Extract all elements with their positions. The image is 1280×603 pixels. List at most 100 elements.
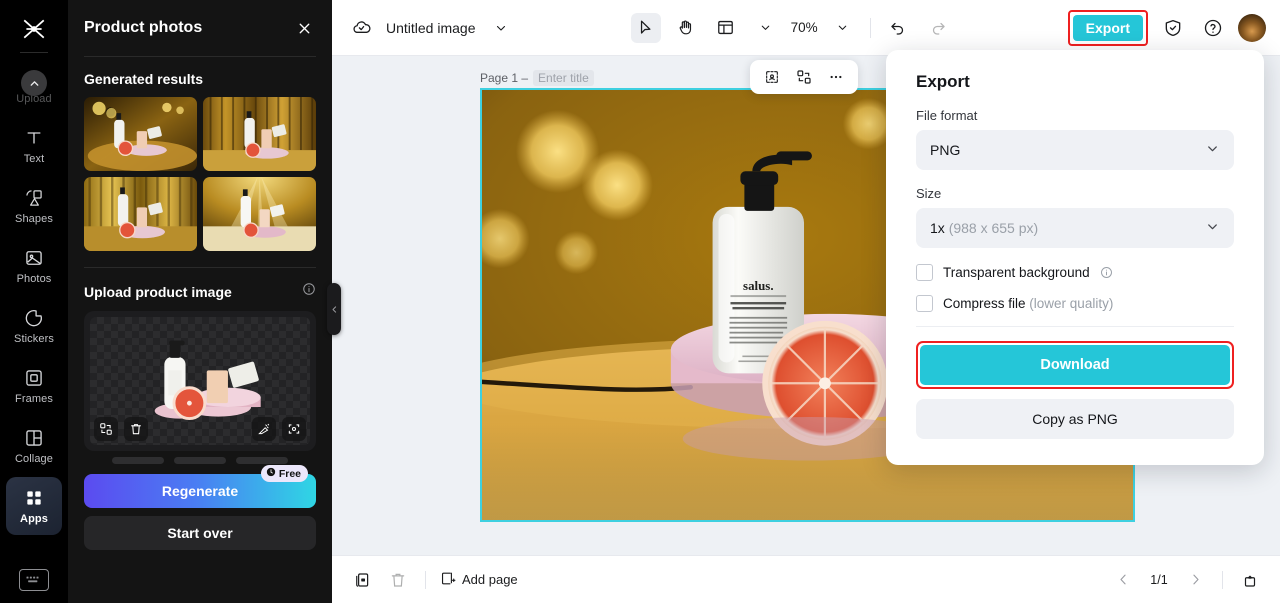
crop-expand-icon[interactable] [282,417,306,441]
canvas-float-toolbar [750,60,858,94]
export-button[interactable]: Export [1072,14,1143,41]
layout-caret-icon[interactable] [751,13,781,43]
panel-section-divider [84,267,316,268]
chip-stub[interactable] [174,457,226,464]
left-icon-rail: Upload Text Shapes Photos Stickers Frame… [0,0,68,603]
next-page-button[interactable] [1181,566,1209,594]
delete-page-icon [384,566,412,594]
stickers-icon [23,307,45,329]
add-page-button[interactable]: Add page [439,570,518,590]
chip-stub[interactable] [112,457,164,464]
page-grid-icon[interactable] [1236,566,1264,594]
sidebar-item-label: Stickers [14,333,54,345]
replace-image-icon[interactable] [94,417,118,441]
size-value: 1x [930,220,945,236]
delete-image-icon[interactable] [124,417,148,441]
upload-dropzone[interactable] [84,311,316,451]
sidebar-item-stickers[interactable]: Stickers [6,297,62,355]
panel-collapse-handle[interactable] [327,283,341,335]
page-indicator: 1/1 [1150,572,1168,587]
panel-header: Product photos [68,0,332,56]
keyboard-shortcuts-button[interactable] [19,569,49,591]
generated-result-thumbnail[interactable] [203,177,316,251]
cloud-saved-icon[interactable] [346,13,376,43]
page-label-text: Page 1 – [480,71,529,85]
copy-as-png-button[interactable]: Copy as PNG [916,399,1234,439]
compress-file-label: Compress file (lower quality) [943,296,1113,311]
svg-text:salus.: salus. [743,279,774,293]
zoom-caret-icon[interactable] [828,13,858,43]
shield-check-icon[interactable] [1158,13,1188,43]
remove-background-icon[interactable] [791,64,817,90]
generated-result-thumbnail[interactable] [84,177,197,251]
bottom-toolbar: Add page 1/1 [332,555,1280,603]
select-tool[interactable] [630,12,661,43]
sidebar-item-shapes[interactable]: Shapes [6,177,62,235]
more-options-icon[interactable] [823,64,849,90]
sidebar-item-text[interactable]: Text [6,117,62,175]
clock-icon [266,467,276,480]
scroll-up-chevron-icon[interactable] [21,70,47,96]
sidebar-item-label: Photos [16,273,52,285]
panel-title: Product photos [84,19,203,36]
sidebar-item-apps[interactable]: Apps [6,477,62,535]
text-icon [23,127,45,149]
transparent-background-row[interactable]: Transparent background [916,264,1234,281]
sidebar-item-photos[interactable]: Photos [6,237,62,295]
enter-title-input[interactable]: Enter title [533,70,594,86]
uploaded-product-image [90,317,310,445]
close-icon[interactable] [292,16,316,40]
generated-result-thumbnail[interactable] [203,97,316,171]
top-toolbar: Untitled image 70% Export [332,0,1280,56]
photos-icon [23,247,45,269]
rail-divider [20,52,48,53]
free-badge: Free [260,465,308,482]
start-over-button[interactable]: Start over [84,516,316,550]
app-root: Upload Text Shapes Photos Stickers Frame… [0,0,1280,603]
capcut-logo-icon[interactable] [17,14,51,44]
keyboard-shortcuts-icon [19,569,49,591]
edit-magic-icon[interactable] [252,417,276,441]
prev-page-button[interactable] [1109,566,1137,594]
export-button-highlight: Export [1067,9,1148,46]
size-select[interactable]: 1x (988 x 655 px) [916,208,1234,248]
layout-tool[interactable] [711,13,741,43]
download-button[interactable]: Download [920,345,1230,385]
page-label: Page 1 – Enter title [480,70,594,86]
generated-results-title: Generated results [84,71,204,87]
generated-result-thumbnail[interactable] [84,97,197,171]
zoom-level-value[interactable]: 70% [791,20,818,35]
style-chip-stubs [84,457,316,464]
duplicate-page-icon[interactable] [348,566,376,594]
free-badge-label: Free [278,467,301,480]
sidebar-item-frames[interactable]: Frames [6,357,62,415]
upload-section-header: Upload product image [84,282,316,301]
document-title[interactable]: Untitled image [386,20,476,36]
download-button-highlight: Download [916,341,1234,389]
hand-tool[interactable] [671,13,701,43]
chip-stub[interactable] [236,457,288,464]
transparent-background-label: Transparent background [943,265,1090,280]
file-format-select[interactable]: PNG [916,130,1234,170]
sidebar-item-label: Frames [15,393,53,405]
compress-file-row[interactable]: Compress file (lower quality) [916,295,1234,312]
chevron-down-icon[interactable] [486,13,516,43]
compress-file-checkbox[interactable] [916,295,933,312]
info-icon[interactable] [302,282,316,301]
export-popover-title: Export [916,72,970,91]
info-icon[interactable] [1100,266,1113,279]
apps-grid-icon [23,487,45,509]
regenerate-area: Regenerate Free [84,465,316,508]
redo-icon [923,13,953,43]
avatar[interactable] [1238,13,1266,42]
transparent-background-checkbox[interactable] [916,264,933,281]
sidebar-item-collage[interactable]: Collage [6,417,62,475]
frames-icon [23,367,45,389]
size-label: Size [916,186,942,201]
chevron-down-icon [1205,141,1220,159]
undo-icon[interactable] [883,13,913,43]
select-subject-icon[interactable] [759,64,785,90]
add-page-icon [439,570,456,590]
generated-results-grid [84,97,316,251]
help-circle-icon[interactable] [1198,13,1228,43]
